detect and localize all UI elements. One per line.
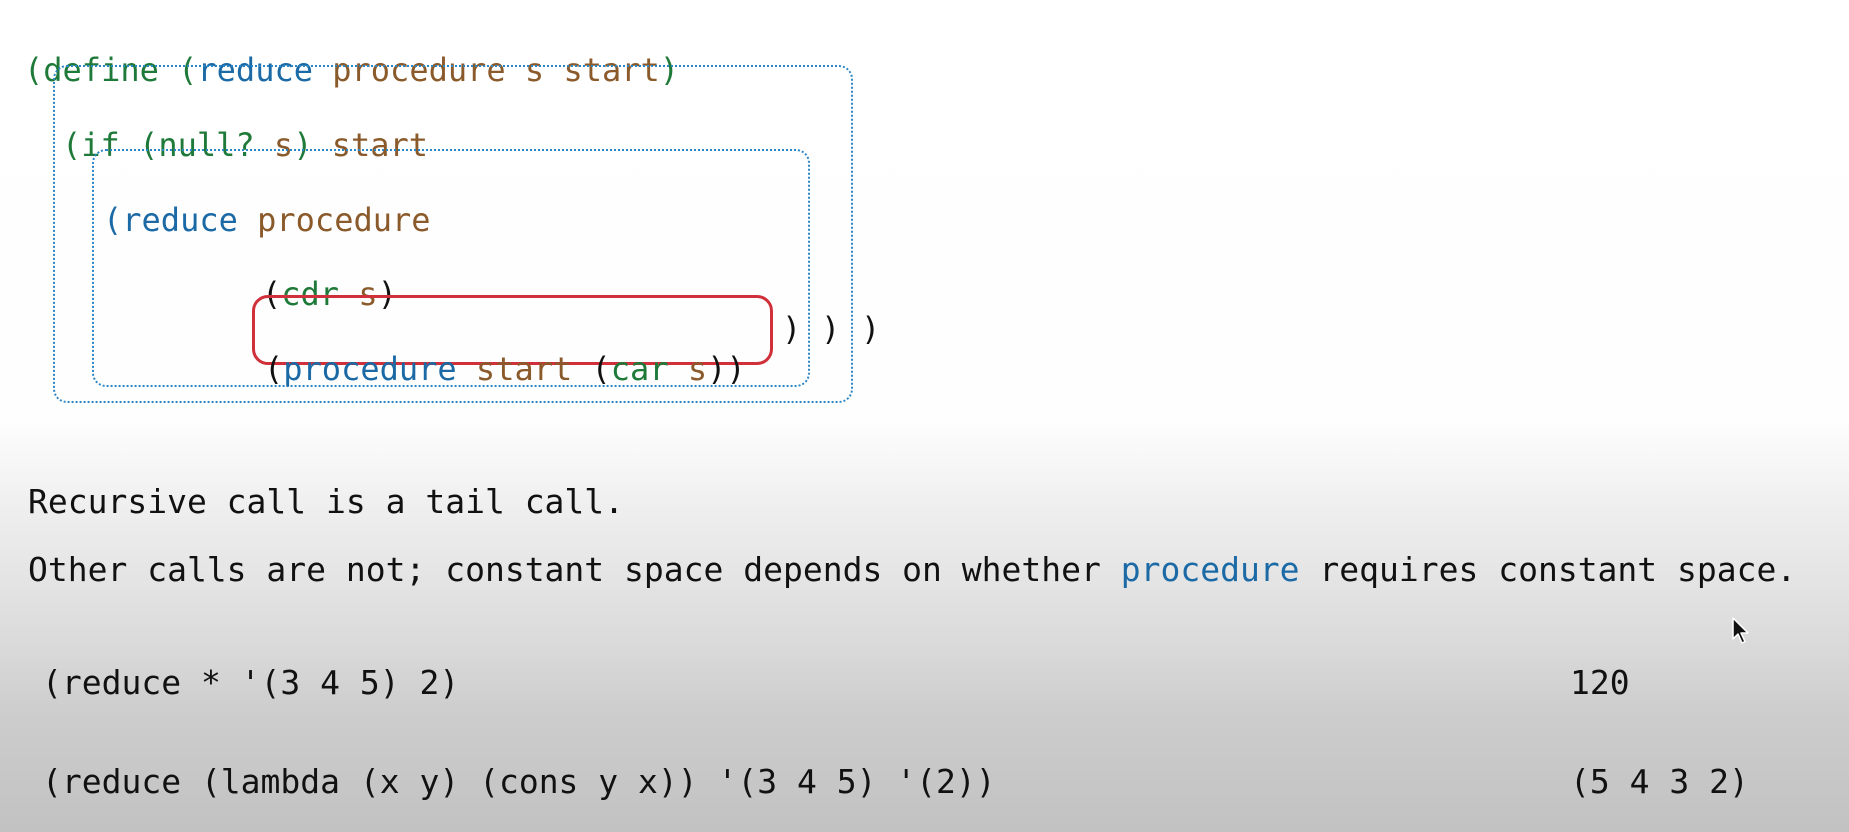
procedure-call: procedure [283, 350, 457, 388]
constant-space-note: Other calls are not; constant space depe… [28, 550, 1796, 590]
procedure-highlight: procedure [1120, 550, 1300, 589]
closing-paren-if: ) [821, 309, 840, 349]
example-expression-2: (reduce (lambda (x y) (cons y x)) '(3 4 … [42, 762, 996, 801]
paren-open: ( [264, 350, 284, 388]
code-line-procedure-call: (procedure start (car s)) [264, 309, 746, 389]
paren-close: ) [782, 310, 802, 348]
mouse-pointer-icon [1732, 617, 1749, 644]
paren-open: ( [591, 350, 611, 388]
paren-open: ( [24, 51, 44, 89]
note-prefix: Other calls are not; constant space depe… [28, 550, 1121, 589]
example-result-2: (5 4 3 2) [1570, 762, 1749, 801]
paren-close: ) [821, 310, 841, 348]
example-result-1: 120 [1570, 663, 1630, 702]
tail-call-note: Recursive call is a tail call. [28, 482, 625, 521]
start-variable: start [456, 350, 573, 388]
car-call: car [610, 350, 669, 388]
code-line-reduce-call: (reduce procedure [103, 160, 431, 240]
paren-close: ) [861, 310, 881, 348]
example-expression-1: (reduce * '(3 4 5) 2) [42, 663, 460, 702]
paren-open: ( [103, 201, 123, 239]
reduce-call: reduce [122, 201, 238, 239]
s-variable: s [668, 350, 708, 388]
paren-close: )) [707, 350, 746, 388]
note-suffix: requires constant space. [1299, 550, 1797, 589]
closing-paren-reduce: ) [782, 309, 801, 349]
closing-paren-define: ) [861, 309, 880, 349]
